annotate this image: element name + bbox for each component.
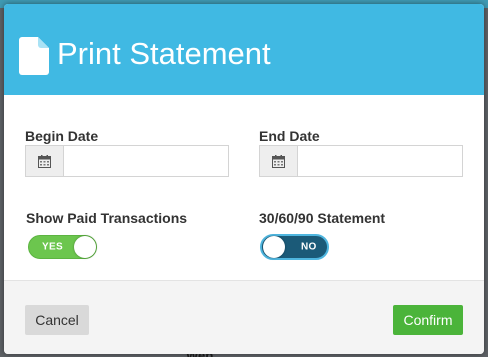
end-date-calendar-button[interactable]: [260, 146, 298, 176]
modal-header: Print Statement: [4, 4, 484, 95]
show-paid-toggle-state: YES: [42, 241, 63, 253]
end-date-label: End Date: [259, 128, 320, 144]
statement-306090-toggle[interactable]: NO: [260, 234, 329, 260]
toggle-knob: [74, 236, 96, 258]
modal-title: Print Statement: [57, 36, 271, 71]
show-paid-toggle[interactable]: YES: [28, 235, 97, 259]
cancel-button[interactable]: Cancel: [25, 305, 89, 335]
statement-306090-toggle-state: NO: [301, 241, 317, 253]
show-paid-label: Show Paid Transactions: [26, 210, 188, 226]
begin-date-group: [25, 145, 229, 177]
calendar-icon: [272, 154, 285, 168]
toggle-knob: [263, 236, 285, 258]
end-date-input[interactable]: [298, 146, 462, 176]
calendar-icon: [38, 154, 51, 168]
document-icon: [19, 37, 49, 75]
statement-306090-label: 30/60/90 Statement: [259, 210, 386, 226]
end-date-group: [259, 145, 463, 177]
begin-date-input[interactable]: [64, 146, 228, 176]
modal-footer: Cancel Confirm: [4, 280, 484, 354]
print-statement-modal: Print Statement Begin Date End Date Show…: [4, 4, 484, 354]
begin-date-calendar-button[interactable]: [26, 146, 64, 176]
begin-date-label: Begin Date: [25, 128, 99, 144]
confirm-button[interactable]: Confirm: [393, 305, 463, 335]
